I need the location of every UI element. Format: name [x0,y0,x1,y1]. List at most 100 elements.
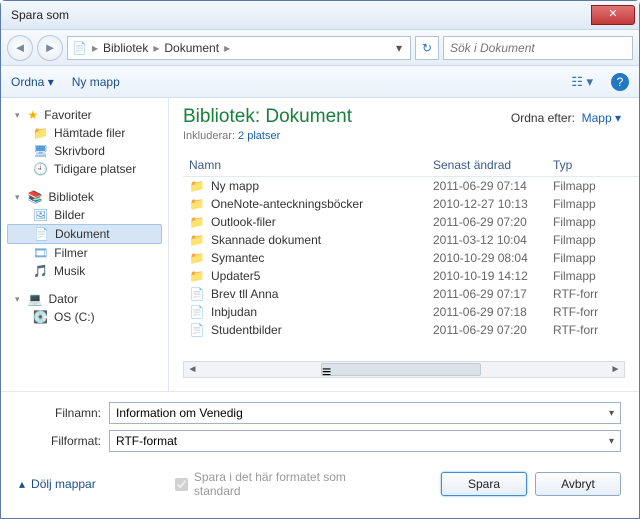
file-name: Outlook-filer [211,215,276,229]
sidebar-computer[interactable]: ▾💻Dator [1,290,168,308]
desktop-icon: 🖥 [33,144,48,158]
format-field[interactable]: ▾ [109,430,621,452]
refresh-button[interactable]: ↻ [415,36,439,60]
scroll-right-arrow[interactable]: ► [607,364,624,375]
document-icon: 📄 [189,305,205,319]
sidebar-item-music[interactable]: 🎵Musik [1,262,168,280]
pictures-icon: 🖼 [33,208,48,222]
format-input[interactable] [116,434,609,448]
horizontal-scrollbar[interactable]: ◄ ≡ ► [183,361,625,378]
hide-folders-toggle[interactable]: ▴Dölj mappar [19,477,96,491]
form-area: Filnamn: ▾ Filformat: ▾ [1,391,639,452]
format-dropdown[interactable]: ▾ [609,436,614,447]
search-box[interactable] [443,36,633,60]
breadcrumb-dokument[interactable]: Dokument [164,41,219,55]
sidebar-item-desktop[interactable]: 🖥Skrivbord [1,142,168,160]
file-row[interactable]: 📄 Brev tll Anna 2011-06-29 07:17RTF-forr [183,285,639,303]
search-input[interactable] [450,41,626,55]
document-icon: 📄 [189,323,205,337]
file-name: Inbjudan [211,305,257,319]
filename-input[interactable] [116,406,609,420]
document-icon: 📄 [189,287,205,301]
folder-icon: 📁 [189,233,205,247]
sidebar-item-downloads[interactable]: 📁Hämtade filer [1,124,168,142]
file-type: RTF-forr [553,323,639,337]
library-icon: 📚 [28,190,43,204]
sidebar-item-videos[interactable]: 🎞Filmer [1,244,168,262]
file-row[interactable]: 📁 OneNote-anteckningsböcker 2010-12-27 10:… [183,195,639,213]
star-icon: ★ [28,108,39,122]
file-modified: 2011-06-29 07:14 [433,179,553,193]
sidebar: ▾★Favoriter 📁Hämtade filer 🖥Skrivbord 🕘T… [1,98,169,391]
file-modified: 2011-06-29 07:20 [433,215,553,229]
view-options-button[interactable]: ☷ ▾ [571,74,593,90]
file-type: RTF-forr [553,287,639,301]
file-type: Filmapp [553,197,639,211]
file-type: Filmapp [553,179,639,193]
scroll-thumb[interactable]: ≡ [321,363,481,376]
chevron-right-icon: ▸ [150,41,162,55]
includes-line: Inkluderar: 2 platser [183,130,639,142]
forward-button[interactable]: ► [37,35,63,61]
navbar: ◄ ► 📄 ▸ Bibliotek ▸ Dokument ▸ ▾ ↻ [1,30,639,66]
sidebar-item-pictures[interactable]: 🖼Bilder [1,206,168,224]
file-modified: 2010-12-27 10:13 [433,197,553,211]
footer: ▴Dölj mappar Spara i det här formatet so… [1,458,639,499]
breadcrumb-dropdown[interactable]: ▾ [392,41,406,55]
save-button[interactable]: Spara [441,472,527,496]
sidebar-item-documents[interactable]: 📄Dokument [7,224,162,244]
chevron-down-icon: ▾ [15,192,22,203]
filename-dropdown[interactable]: ▾ [609,408,614,419]
content-pane: Bibliotek: Dokument Ordna efter: Mapp ▾ … [169,98,639,391]
sidebar-item-recent[interactable]: 🕘Tidigare platser [1,160,168,178]
includes-link[interactable]: 2 platser [238,130,280,142]
drive-icon: 💽 [33,310,48,324]
file-name: Skannade dokument [211,233,321,247]
breadcrumb[interactable]: 📄 ▸ Bibliotek ▸ Dokument ▸ ▾ [67,36,411,60]
file-row[interactable]: 📄Studentbilder2011-06-29 07:20RTF-forr [183,321,639,339]
folder-icon: 📁 [189,197,205,211]
file-row[interactable]: 📁 Ny mapp 2011-06-29 07:14Filmapp [183,177,639,195]
col-type[interactable]: Typ [553,158,639,172]
file-name: Ny mapp [211,179,259,193]
titlebar: Spara som ✕ [1,1,639,30]
col-modified[interactable]: Senast ändrad [433,158,553,172]
breadcrumb-bibliotek[interactable]: Bibliotek [103,41,148,55]
scroll-left-arrow[interactable]: ◄ [184,364,201,375]
cancel-button[interactable]: Avbryt [535,472,621,496]
file-modified: 2011-06-29 07:17 [433,287,553,301]
sort-by-dropdown[interactable]: Mapp ▾ [582,111,621,125]
organize-menu[interactable]: Ordna ▾ [11,75,54,89]
new-folder-button[interactable]: Ny mapp [72,75,120,89]
filename-label: Filnamn: [19,406,109,420]
default-format-checkbox: Spara i det här formatet som standard [175,470,354,499]
file-row[interactable]: 📄 Inbjudan 2011-06-29 07:18RTF-forr [183,303,639,321]
close-button[interactable]: ✕ [591,5,635,25]
toolbar: Ordna ▾ Ny mapp ☷ ▾ ? [1,66,639,98]
recent-icon: 🕘 [33,162,48,176]
file-modified: 2010-10-29 08:04 [433,251,553,265]
folder-icon: 📁 [33,126,48,140]
computer-icon: 💻 [28,292,43,306]
back-button[interactable]: ◄ [7,35,33,61]
help-button[interactable]: ? [611,73,629,91]
filename-field[interactable]: ▾ [109,402,621,424]
file-row[interactable]: 📁Skannade dokument2011-03-12 10:04Filmap… [183,231,639,249]
file-row[interactable]: 📁Symantec2010-10-29 08:04Filmapp [183,249,639,267]
sidebar-favorites[interactable]: ▾★Favoriter [1,106,168,124]
file-name: Symantec [211,251,264,265]
sidebar-libraries[interactable]: ▾📚Bibliotek [1,188,168,206]
folder-icon: 📁 [189,179,205,193]
file-name: Brev tll Anna [211,287,278,301]
sort-by: Ordna efter: Mapp ▾ [511,111,621,125]
file-row[interactable]: 📁Outlook-filer2011-06-29 07:20Filmapp [183,213,639,231]
document-icon: 📄 [34,227,49,241]
file-modified: 2011-06-29 07:18 [433,305,553,319]
content-heading: Bibliotek: Dokument [183,106,352,128]
file-type: RTF-forr [553,305,639,319]
sidebar-item-drive-c[interactable]: 💽OS (C:) [1,308,168,326]
folder-icon: 📁 [189,251,205,265]
file-row[interactable]: 📁Updater52010-10-19 14:12Filmapp [183,267,639,285]
file-name: OneNote-anteckningsböcker [211,197,363,211]
col-name[interactable]: Namn [183,158,433,172]
